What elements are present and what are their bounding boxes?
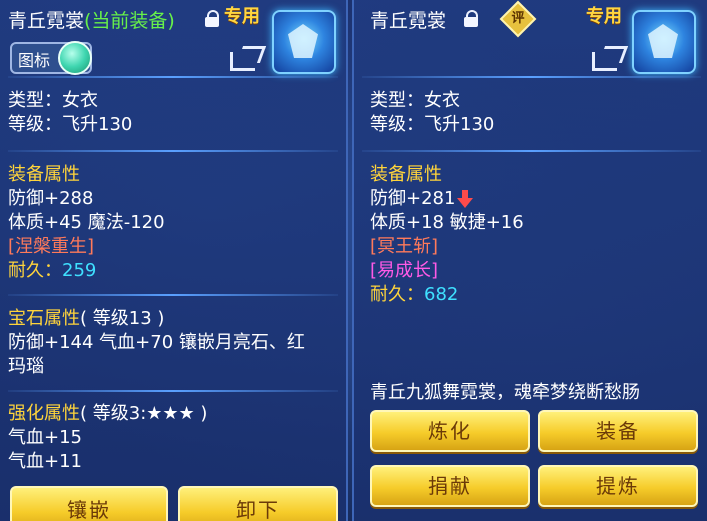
left-gem-line2: 玛瑙 <box>8 356 44 377</box>
donate-button[interactable]: 捐献 <box>370 465 530 507</box>
left-durability: 耐久：259 <box>8 259 96 283</box>
left-enhance-header: 强化属性( 等级3:★★★ ) <box>8 402 207 426</box>
left-type-line: 类型：女衣 <box>8 90 98 111</box>
arrow-down-icon <box>457 190 474 208</box>
left-item-title: 青丘霓裳(当前装备) <box>8 6 175 33</box>
item-robe-icon[interactable] <box>632 10 696 74</box>
left-divider-2 <box>8 294 338 296</box>
share-icon[interactable] <box>592 46 629 71</box>
left-enhance-level: ( 等级3:★★★ ) <box>80 403 208 424</box>
right-item-title: 青丘霓裳 <box>370 10 447 32</box>
right-special-effect: [易成长] <box>370 260 439 281</box>
left-durability-label: 耐久： <box>8 260 62 281</box>
extract-button[interactable]: 提炼 <box>538 465 698 507</box>
left-special-skill: [涅槃重生] <box>8 236 95 257</box>
right-divider-top <box>362 76 701 78</box>
right-durability-value: 682 <box>424 284 459 305</box>
right-durability: 耐久：682 <box>370 283 458 307</box>
right-type-line: 类型：女衣 <box>370 90 460 111</box>
left-enhance-line1: 气血+15 <box>8 427 82 448</box>
current-equipment-panel: 青丘霓裳(当前装备) 专用 图标 类型：女衣 等级：飞升130 装备属性 防御+… <box>0 0 348 521</box>
right-defense: 防御+281 <box>370 188 456 209</box>
refine-button[interactable]: 炼化 <box>370 410 530 452</box>
inlay-button[interactable]: 镶嵌 <box>10 486 168 521</box>
lock-open-icon[interactable] <box>205 10 219 27</box>
eval-label: 评 <box>511 11 525 26</box>
left-gem-line1: 防御+144 气血+70 镶嵌月亮石、红 <box>8 332 305 353</box>
left-equip-attr-title: 装备属性 <box>8 164 80 185</box>
share-icon[interactable] <box>230 46 267 71</box>
item-robe-icon[interactable] <box>272 10 336 74</box>
right-level-line: 等级：飞升130 <box>370 114 495 135</box>
left-level-line: 等级：飞升130 <box>8 114 133 135</box>
right-defense-line: 防御+281 <box>370 187 474 211</box>
equip-button[interactable]: 装备 <box>538 410 698 452</box>
icon-toggle-label: 图标 <box>18 51 51 70</box>
eval-icon[interactable]: 评 <box>499 0 537 38</box>
exclusive-badge: 专用 <box>224 6 260 27</box>
right-equip-attr-title: 装备属性 <box>370 164 442 185</box>
left-enhance-line2: 气血+11 <box>8 451 82 472</box>
item-description: 青丘九狐舞霓裳，魂牵梦绕断愁肠 <box>370 382 640 403</box>
left-divider-top <box>8 76 338 78</box>
exclusive-badge: 专用 <box>586 6 622 27</box>
right-special-skill: [冥王斩] <box>370 236 439 257</box>
current-equipped-tag: (当前装备) <box>84 10 175 32</box>
left-item-name: 青丘霓裳 <box>8 10 85 32</box>
left-gem-level: ( 等级13 ) <box>80 308 165 329</box>
toggle-knob[interactable] <box>58 41 92 75</box>
left-durability-value: 259 <box>62 260 97 281</box>
left-enhance-title: 强化属性 <box>8 403 80 424</box>
left-stats: 体质+45 魔法-120 <box>8 212 165 233</box>
left-gem-title: 宝石属性 <box>8 308 80 329</box>
right-divider-1 <box>362 150 701 152</box>
right-stats: 体质+18 敏捷+16 <box>370 212 524 233</box>
left-divider-1 <box>8 150 338 152</box>
icon-toggle[interactable]: 图标 <box>10 41 92 75</box>
left-divider-3 <box>8 390 338 392</box>
unequip-button[interactable]: 卸下 <box>178 486 338 521</box>
lock-open-icon[interactable] <box>464 10 478 27</box>
left-gem-header: 宝石属性( 等级13 ) <box>8 307 164 331</box>
left-defense: 防御+288 <box>8 188 94 209</box>
compare-equipment-panel: 青丘霓裳 评 专用 类型：女衣 等级：飞升130 装备属性 防御+281 体质+… <box>352 0 707 521</box>
right-durability-label: 耐久： <box>370 284 424 305</box>
